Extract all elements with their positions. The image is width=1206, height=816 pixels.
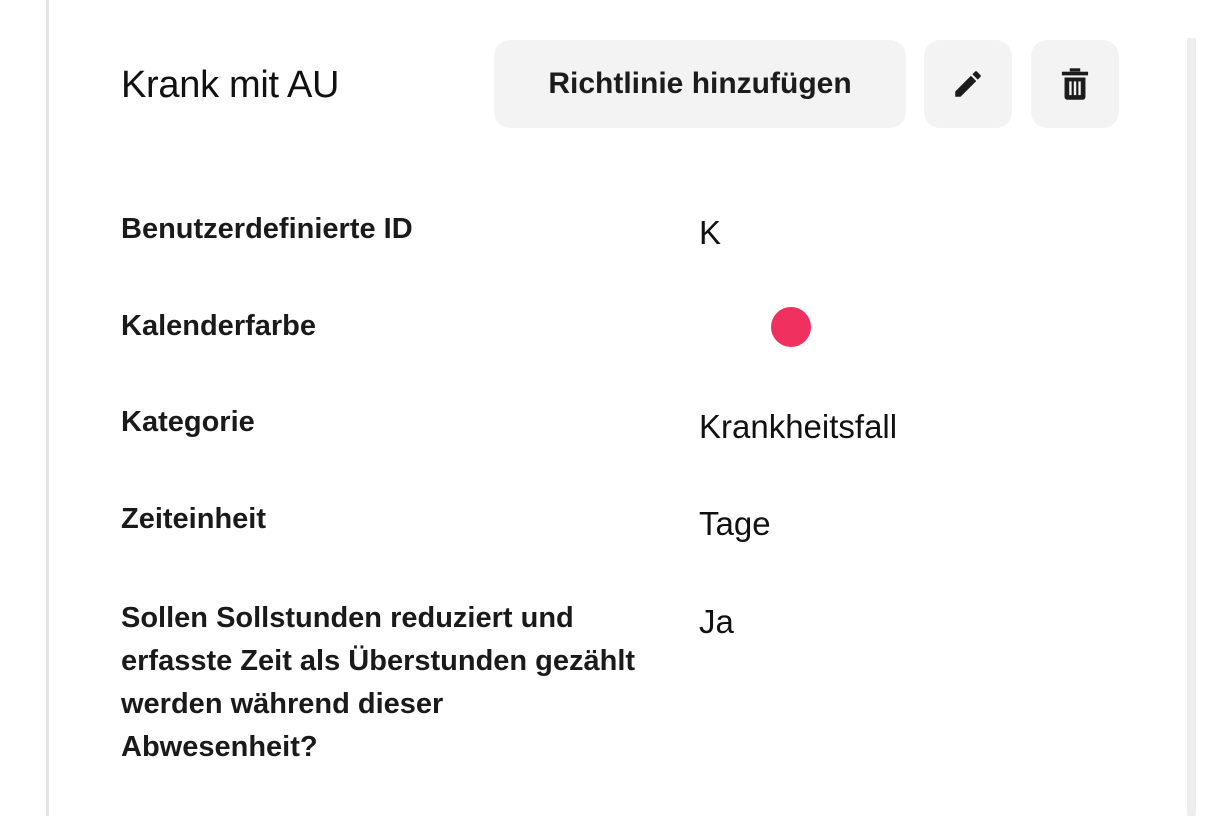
- add-policy-button[interactable]: Richtlinie hinzufügen: [494, 40, 906, 128]
- category-value: Krankheitsfall: [699, 408, 898, 445]
- overtime-question-value: Ja: [699, 603, 734, 640]
- custom-id-label: Benutzerdefinierte ID: [121, 213, 413, 245]
- panel-header: Krank mit AU Richtlinie hinzufügen: [49, 40, 1187, 128]
- calendar-color-swatch: [771, 307, 811, 347]
- custom-id-value: K: [699, 214, 722, 251]
- time-unit-label: Zeiteinheit: [121, 503, 267, 535]
- time-unit-value: Tage: [699, 505, 771, 542]
- overtime-question-label: Sollen Sollstunden reduziert und erfasst…: [121, 602, 636, 763]
- category-label: Kategorie: [121, 406, 255, 438]
- absence-type-panel: Krank mit AU Richtlinie hinzufügen Benut…: [49, 0, 1187, 816]
- edit-button[interactable]: [924, 40, 1012, 128]
- absence-type-title: Krank mit AU: [121, 64, 340, 106]
- scrollbar[interactable]: [1187, 38, 1196, 816]
- calendar-color-label: Kalenderfarbe: [121, 310, 317, 342]
- trash-icon: [1059, 67, 1091, 101]
- pencil-icon: [951, 67, 985, 101]
- delete-button[interactable]: [1031, 40, 1119, 128]
